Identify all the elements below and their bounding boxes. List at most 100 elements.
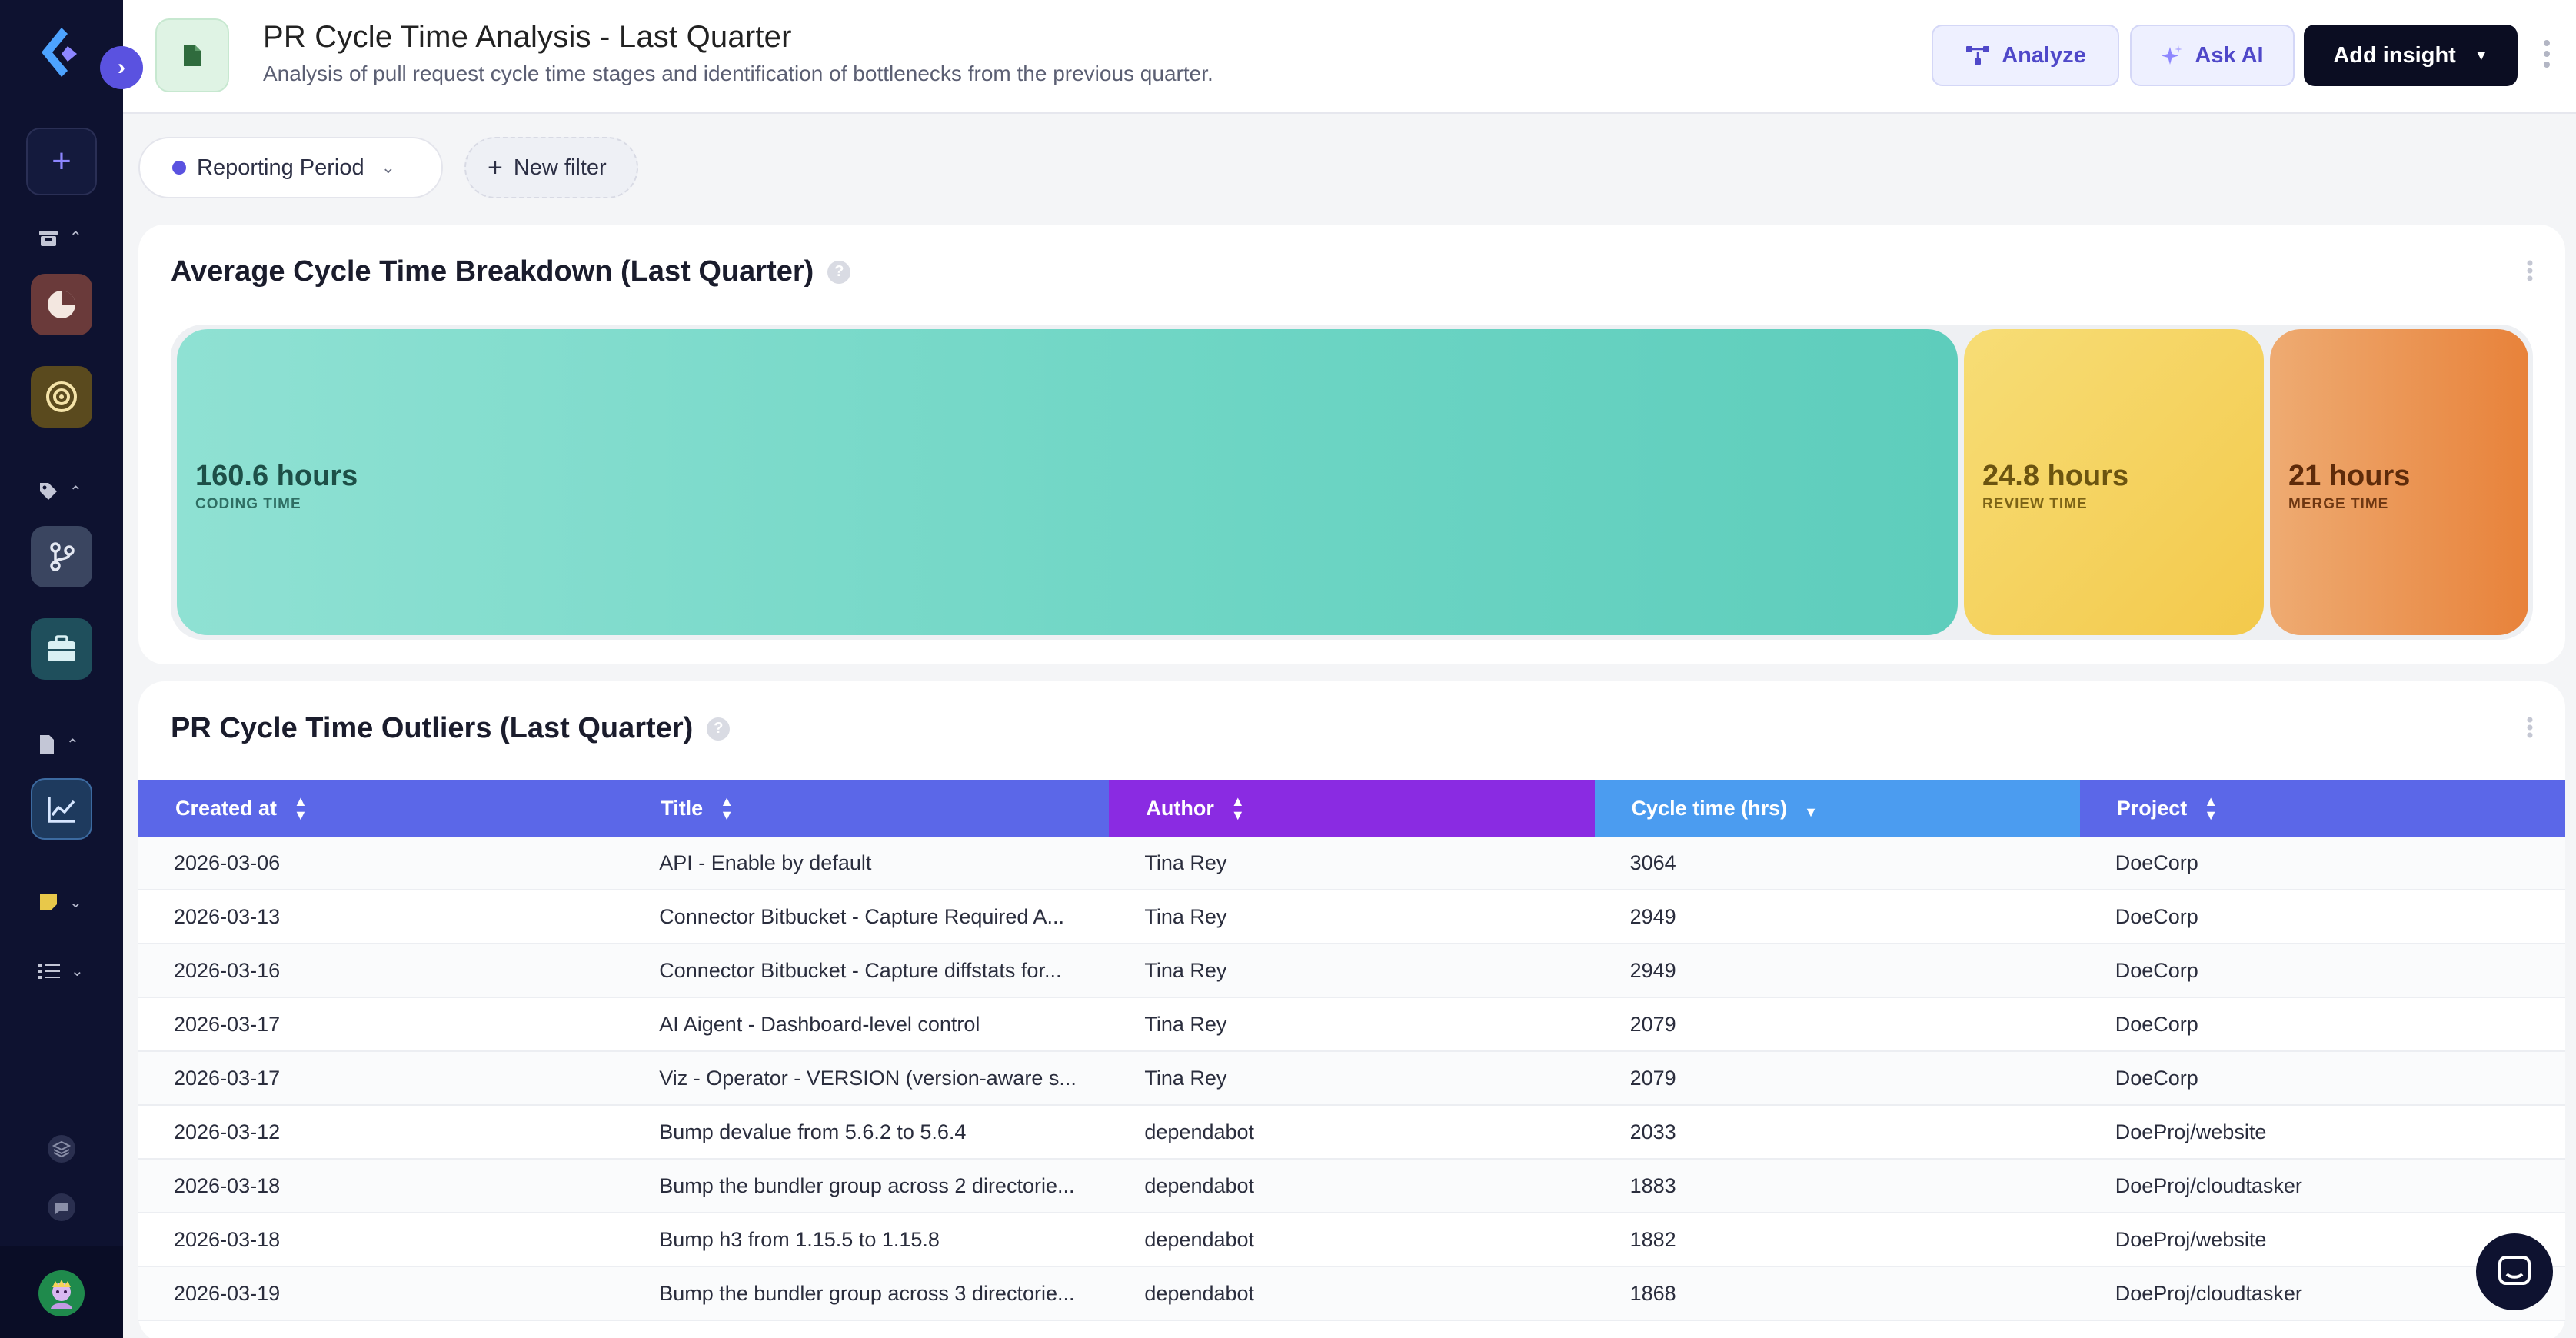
help-icon[interactable]: ? [707, 717, 731, 741]
sidebar-group-lists-toggle[interactable]: ⌄ [38, 961, 84, 980]
table-cell: API - Enable by default [659, 850, 872, 874]
card-title: PR Cycle Time Outliers (Last Quarter) ? [171, 712, 731, 745]
table-row[interactable]: 2026-03-17 AI Aigent - Dashboard-level co… [138, 998, 2565, 1052]
table-cell: Viz - Operator - VERSION (version-aware … [659, 1066, 1077, 1090]
pie-chart-icon [48, 291, 75, 318]
reporting-period-label: Reporting Period [197, 155, 364, 180]
cycle-time-breakdown-card: Average Cycle Time Breakdown (Last Quart… [138, 225, 2565, 664]
expand-sidebar-button[interactable]: › [100, 46, 143, 89]
sparkle-icon [2162, 45, 2183, 65]
table-row[interactable]: 2026-03-16 Connector Bitbucket - Capture … [138, 944, 2565, 998]
sidebar-group-notes-toggle[interactable]: ⌄ [38, 892, 82, 912]
chat-button[interactable] [43, 1189, 80, 1226]
table-cell: 2026-03-18 [174, 1227, 281, 1251]
table-cell: 2949 [1629, 904, 1676, 928]
target-icon [46, 381, 77, 412]
table-row[interactable]: 2026-03-13 Connector Bitbucket - Capture … [138, 890, 2565, 944]
chevron-right-icon: › [118, 55, 125, 80]
sort-icon[interactable]: ▲ ▼ [720, 794, 734, 822]
column-header-author[interactable]: Author ▲ ▼ [1109, 780, 1595, 837]
table-row[interactable]: 2026-03-19 Bump the bundler group across … [138, 1267, 2565, 1321]
column-header-project[interactable]: Project ▲ ▼ [2079, 780, 2565, 837]
table-cell: 1868 [1629, 1281, 1676, 1305]
chevron-down-icon: ⌄ [71, 963, 84, 980]
layers-icon [48, 1135, 75, 1163]
sidebar-item-line-chart-report[interactable] [31, 778, 92, 840]
table-row[interactable]: 2026-03-18 Bump h3 from 1.15.5 to 1.15.8 d… [138, 1213, 2565, 1267]
table-cell: DoeCorp [2115, 850, 2198, 874]
table-row[interactable]: 2026-03-17 Viz - Operator - VERSION (vers… [138, 1052, 2565, 1106]
segment-caption: MERGE TIME [2288, 496, 2389, 512]
table-row[interactable]: 2026-03-12 Bump devalue from 5.6.2 to 5.6… [138, 1106, 2565, 1160]
table-body: 2026-03-06 API - Enable by default Tina Re… [138, 837, 2565, 1321]
caret-down-icon: ▼ [2474, 47, 2488, 63]
document-icon [184, 45, 201, 66]
table-cell: Tina Rey [1144, 958, 1227, 982]
column-header-cycle-time[interactable]: Cycle time (hrs) ▼ [1594, 780, 2080, 837]
table-cell: DoeProj/website [2115, 1120, 2267, 1143]
sidebar-group-dashboards-toggle[interactable]: ⌃ [38, 228, 82, 247]
app-logo[interactable] [31, 23, 92, 85]
chevron-up-icon: ⌃ [69, 483, 82, 501]
table-cell: 2079 [1629, 1012, 1676, 1036]
sort-icon[interactable]: ▲ ▼ [294, 794, 308, 822]
archive-icon [39, 230, 58, 246]
sidebar-item-pie-dashboard[interactable] [31, 274, 92, 335]
chevron-down-icon: ⌄ [69, 894, 82, 911]
segment-coding-time[interactable]: 160.6 hours CODING TIME [177, 329, 1958, 635]
segment-caption: CODING TIME [195, 496, 301, 512]
segment-review-time[interactable]: 24.8 hours REVIEW TIME [1964, 329, 2264, 635]
table-cell: Connector Bitbucket - Capture diffstats … [659, 958, 1062, 982]
new-filter-button[interactable]: + New filter [464, 137, 638, 198]
reporting-period-filter[interactable]: Reporting Period ⌄ [138, 137, 443, 198]
outliers-title: PR Cycle Time Outliers (Last Quarter) [171, 712, 694, 744]
sidebar-item-git-branch[interactable] [31, 526, 92, 587]
sidebar-group-reports-toggle[interactable]: ⌃ [38, 734, 79, 755]
user-avatar[interactable] [38, 1270, 85, 1316]
status-dot [172, 161, 186, 175]
column-header-created-at[interactable]: Created at ▲ ▼ [138, 780, 624, 837]
page-subtitle: Analysis of pull request cycle time stag… [263, 62, 1213, 85]
table-row[interactable]: 2026-03-18 Bump the bundler group across … [138, 1160, 2565, 1213]
pr-outliers-card: PR Cycle Time Outliers (Last Quarter) ? … [138, 681, 2565, 1338]
table-cell: Bump the bundler group across 3 director… [659, 1281, 1075, 1305]
create-new-button[interactable]: + [26, 128, 97, 195]
table-cell: 1882 [1629, 1227, 1676, 1251]
table-cell: 2026-03-06 [174, 850, 281, 874]
table-cell: Bump devalue from 5.6.2 to 5.6.4 [659, 1120, 967, 1143]
segment-value: 21 hours [2288, 460, 2411, 492]
card-options-button[interactable] [2522, 712, 2538, 743]
help-icon[interactable]: ? [827, 260, 851, 284]
table-cell: dependabot [1144, 1281, 1255, 1305]
sidebar-item-target-dashboard[interactable] [31, 366, 92, 428]
analyze-button[interactable]: Analyze [1932, 25, 2119, 86]
plus-icon: + [488, 152, 503, 182]
column-header-title[interactable]: Title ▲ ▼ [624, 780, 1110, 837]
sticky-note-icon [40, 894, 57, 910]
stacked-breakdown-bar: 160.6 hours CODING TIME 24.8 hours REVIE… [171, 325, 2533, 640]
table-cell: 2026-03-17 [174, 1012, 281, 1036]
chat-icon [2498, 1256, 2531, 1285]
table-cell: 2033 [1629, 1120, 1676, 1143]
table-row[interactable]: 2026-03-06 API - Enable by default Tina Re… [138, 837, 2565, 890]
table-cell: 2026-03-19 [174, 1281, 281, 1305]
sort-icon[interactable]: ▲ ▼ [1231, 794, 1245, 822]
sort-icon[interactable]: ▲ ▼ [2204, 794, 2218, 822]
add-insight-button[interactable]: Add insight ▼ [2304, 25, 2518, 86]
ask-ai-button[interactable]: Ask AI [2130, 25, 2295, 86]
table-cell: 2026-03-17 [174, 1066, 281, 1090]
more-options-button[interactable] [2538, 31, 2556, 77]
layers-button[interactable] [43, 1130, 80, 1167]
card-options-button[interactable] [2522, 255, 2538, 286]
segment-merge-time[interactable]: 21 hours MERGE TIME [2270, 329, 2528, 635]
sort-descending-icon[interactable]: ▼ [1804, 804, 1818, 820]
support-chat-button[interactable] [2476, 1233, 2553, 1310]
table-cell: AI Aigent - Dashboard-level control [659, 1012, 980, 1036]
table-header: Created at ▲ ▼ Title ▲ ▼ Author ▲ ▼ Cycle t… [138, 780, 2565, 837]
sidebar-item-briefcase[interactable] [31, 618, 92, 680]
table-cell: Bump h3 from 1.15.5 to 1.15.8 [659, 1227, 940, 1251]
sidebar-group-tags-toggle[interactable]: ⌃ [38, 481, 82, 501]
table-cell: Tina Rey [1144, 850, 1227, 874]
table-cell: DoeCorp [2115, 904, 2198, 928]
table-cell: 1883 [1629, 1173, 1676, 1197]
